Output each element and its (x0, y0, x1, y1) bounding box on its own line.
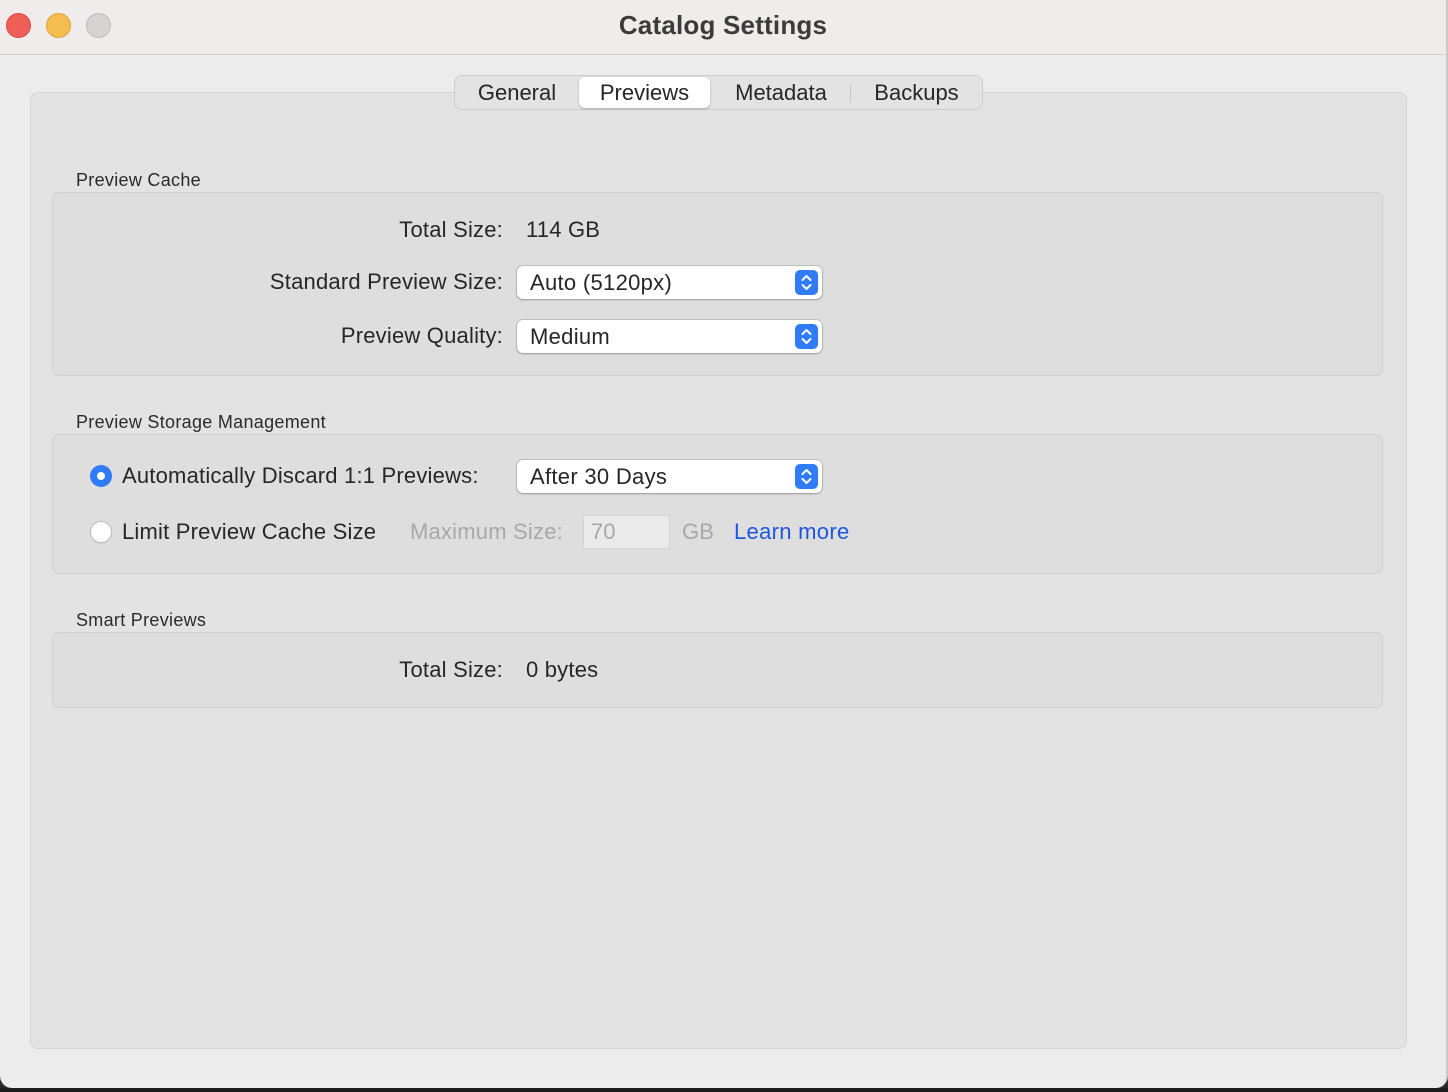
storage-group-label: Preview Storage Management (76, 412, 326, 432)
maximum-size-value: 70 (591, 519, 616, 544)
cache-total-size-label: Total Size: (399, 217, 503, 242)
tab-backups[interactable]: Backups (851, 76, 982, 109)
tab-previews[interactable]: Previews (579, 77, 710, 108)
preview-quality-select[interactable]: Medium (517, 320, 822, 353)
tab-bar: General Previews Metadata Backups (454, 75, 983, 110)
smart-previews-total-size-label: Total Size: (399, 657, 503, 682)
cache-total-size-value: 114 GB (526, 217, 601, 242)
learn-more-link[interactable]: Learn more (734, 519, 850, 545)
discard-period-value: After 30 Days (530, 464, 668, 489)
standard-preview-size-label: Standard Preview Size: (269, 269, 503, 294)
window-title: Catalog Settings (618, 10, 828, 40)
desktop-background-strip (0, 1088, 1448, 1092)
chevron-up-down-icon (795, 464, 818, 489)
maximum-size-unit: GB (682, 519, 715, 544)
limit-cache-size-label[interactable]: Limit Preview Cache Size (122, 519, 376, 545)
chevron-up-down-icon (795, 324, 818, 349)
catalog-settings-window: Catalog Settings General Previews Metada… (0, 0, 1448, 1088)
smart-previews-group (52, 632, 1383, 708)
chevron-up-down-icon (795, 270, 818, 295)
smart-previews-group-label: Smart Previews (76, 610, 207, 630)
preview-quality-value: Medium (530, 324, 611, 349)
title-bar: Catalog Settings (0, 0, 1446, 55)
preview-quality-label: Preview Quality: (340, 323, 503, 348)
standard-preview-size-value: Auto (5120px) (530, 270, 673, 295)
maximum-size-label: Maximum Size: (410, 519, 563, 544)
limit-cache-size-radio[interactable] (90, 521, 112, 543)
smart-previews-total-size-value: 0 bytes (526, 657, 599, 682)
storage-group (52, 434, 1383, 574)
discard-period-select[interactable]: After 30 Days (517, 460, 822, 493)
tab-general[interactable]: General (457, 76, 577, 109)
maximum-size-input[interactable]: 70 (583, 515, 670, 549)
preview-cache-group-label: Preview Cache (76, 170, 201, 190)
discard-previews-radio[interactable] (90, 465, 112, 487)
discard-previews-label[interactable]: Automatically Discard 1:1 Previews: (122, 463, 479, 489)
tab-metadata[interactable]: Metadata (713, 76, 849, 109)
radio-dot (97, 472, 105, 480)
standard-preview-size-select[interactable]: Auto (5120px) (517, 266, 822, 299)
